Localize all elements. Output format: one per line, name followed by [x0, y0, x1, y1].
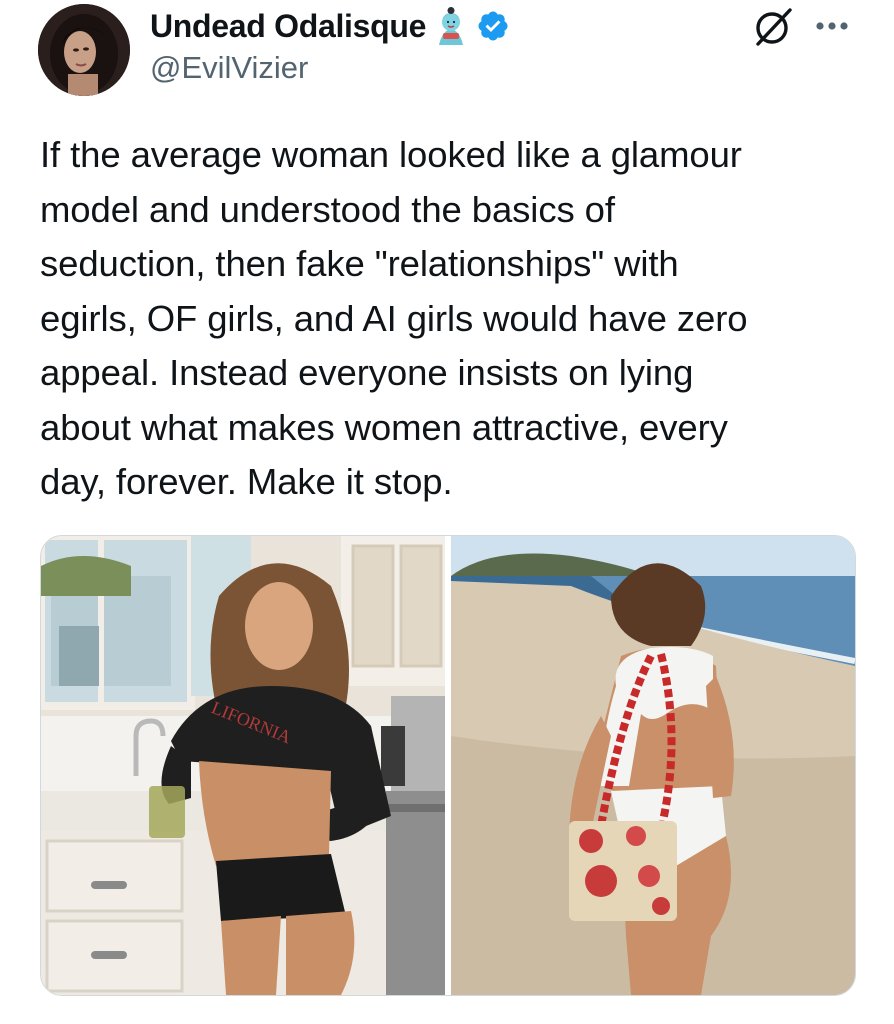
verified-badge-icon[interactable]: [476, 9, 510, 43]
tweet-text-line: If the average woman looked like a glamo…: [40, 134, 742, 175]
author-name-row: Undead Odalisque: [150, 4, 510, 48]
author-handle[interactable]: @EvilVizier: [150, 50, 308, 86]
tweet-text: If the average woman looked like a glamo…: [40, 128, 840, 510]
grok-icon[interactable]: [752, 6, 794, 48]
author-display-name[interactable]: Undead Odalisque: [150, 8, 426, 45]
avatar[interactable]: [38, 4, 130, 96]
media-grid: LIFORNIA: [40, 535, 856, 996]
tweet-text-line: egirls, OF girls, and AI girls would hav…: [40, 297, 748, 339]
beach-photo[interactable]: [451, 536, 855, 995]
more-icon[interactable]: [812, 12, 852, 40]
tweet-text-line: day, forever. Make it stop.: [40, 461, 453, 502]
tweet-text-line: model and understood the basics of: [40, 188, 615, 230]
tweet-text-line: about what makes women attractive, every: [40, 406, 728, 448]
tweet-text-line: appeal. Instead everyone insists on lyin…: [40, 352, 694, 393]
genie-emoji-icon: [439, 7, 464, 45]
kitchen-photo[interactable]: LIFORNIA: [41, 536, 445, 995]
tweet-text-line: seduction, then fake "relationships" wit…: [40, 243, 679, 284]
